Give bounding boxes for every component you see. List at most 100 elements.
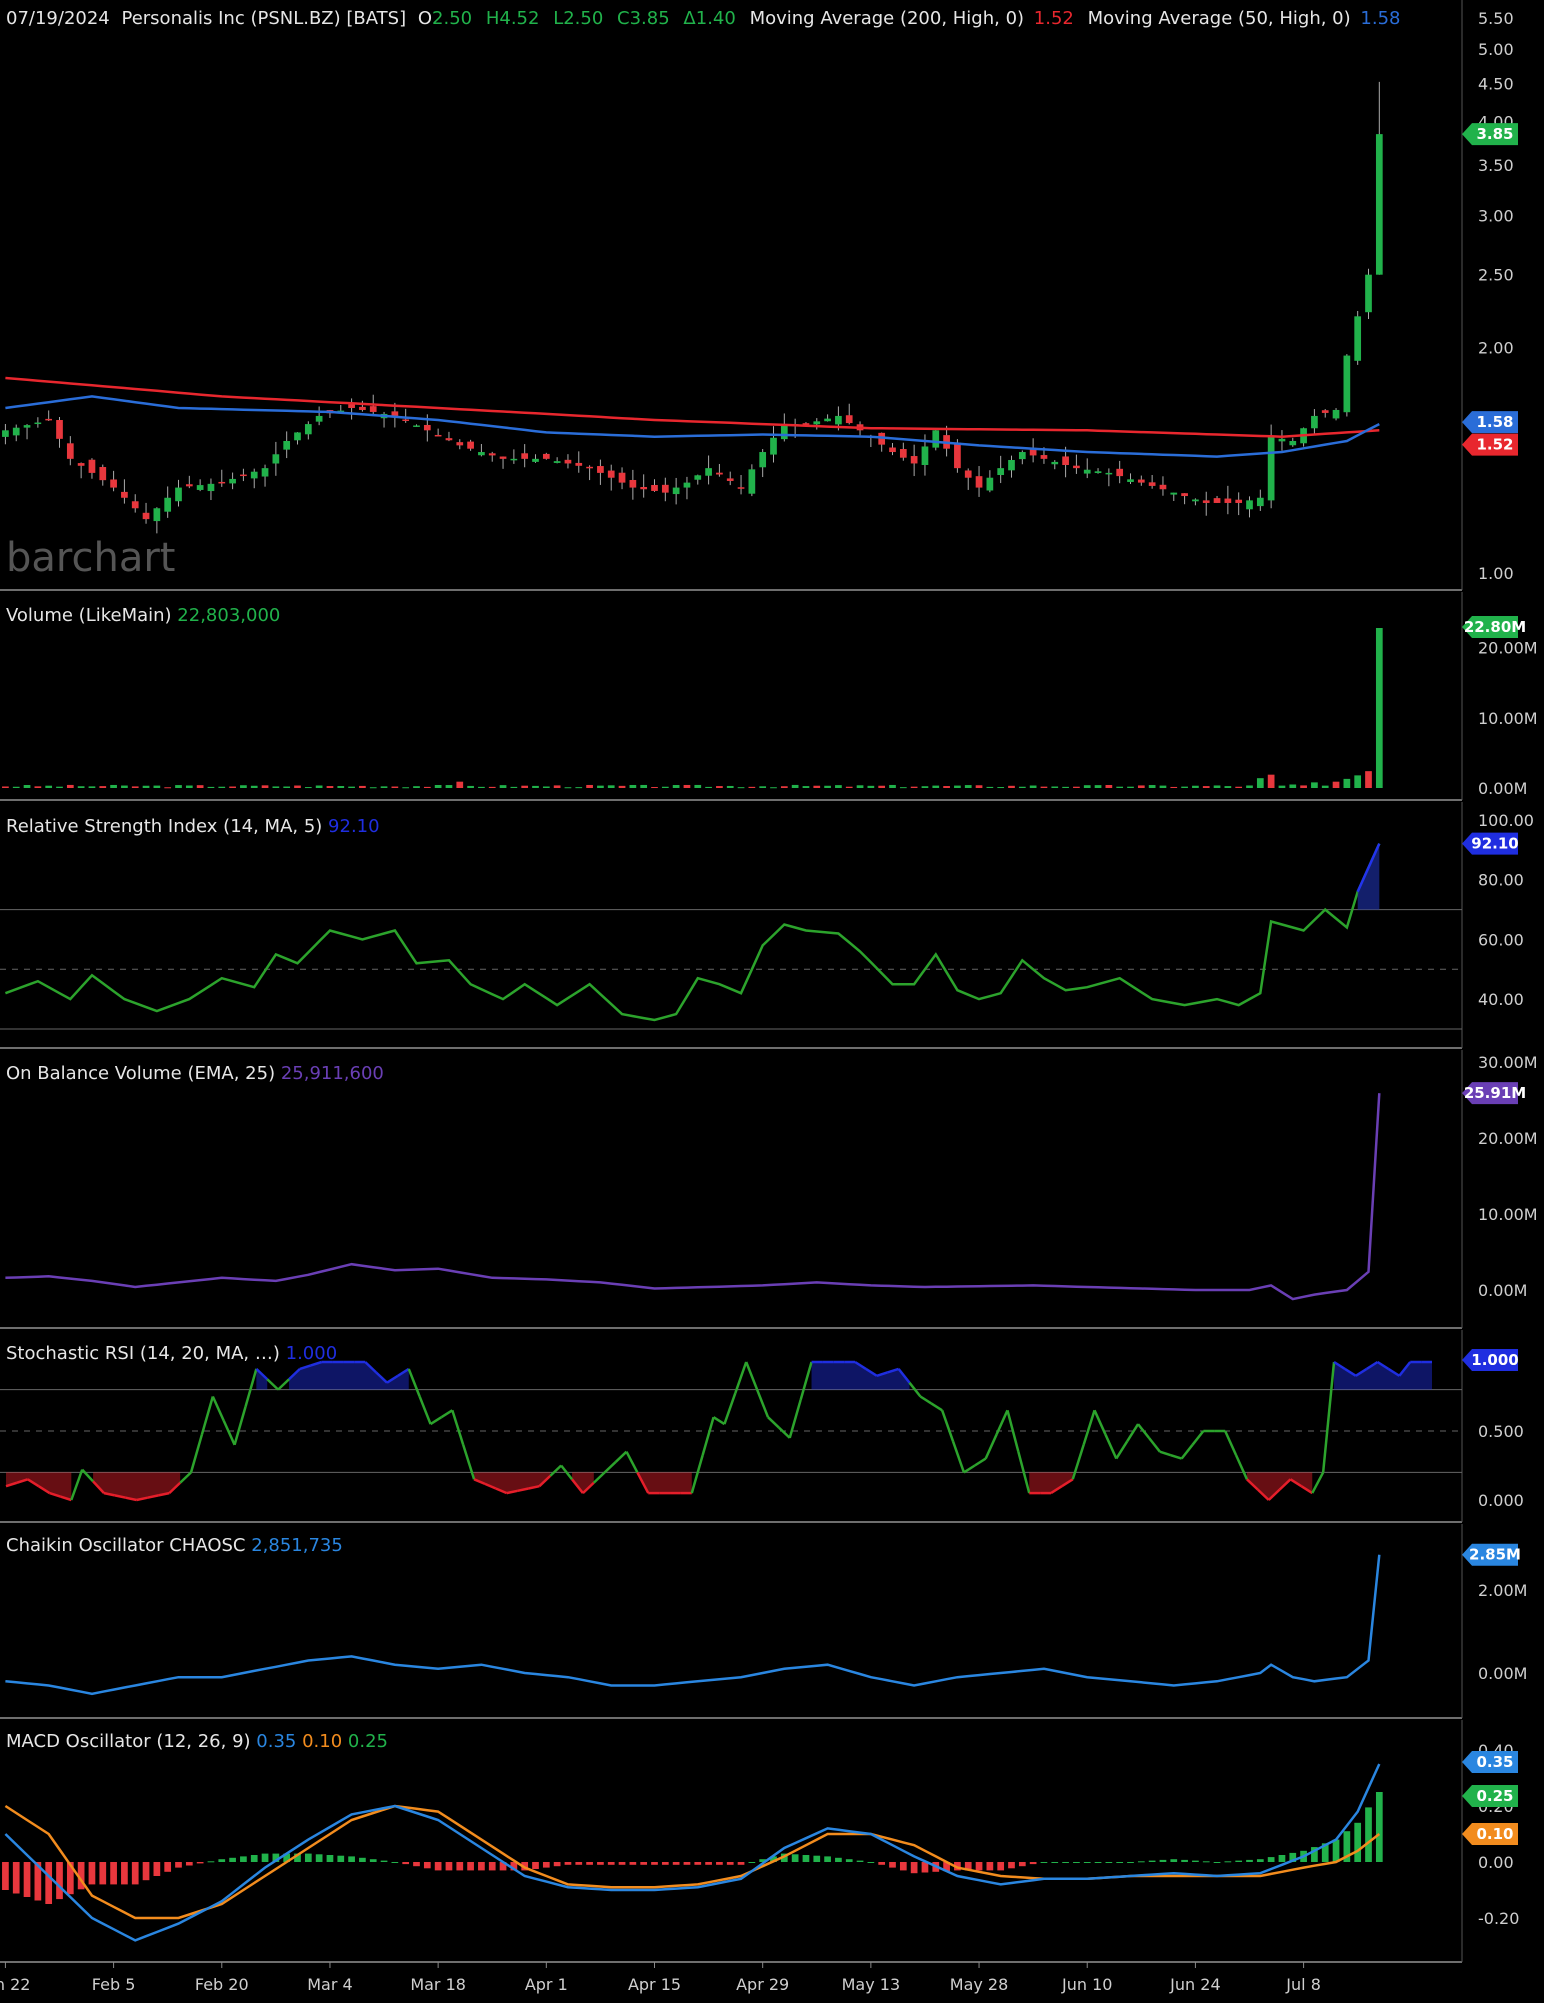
price-tick-label: 3.50 xyxy=(1478,156,1514,175)
volume-bar xyxy=(153,785,161,788)
obv-last-tag-label: 25.91M xyxy=(1464,1084,1526,1102)
price-candle-down xyxy=(586,466,593,469)
price-candle-down xyxy=(607,470,615,478)
volume-bar xyxy=(997,787,1005,789)
price-candle-down xyxy=(1181,493,1188,497)
macd-histogram-bar xyxy=(175,1862,182,1868)
macd-histogram-bar xyxy=(23,1862,31,1897)
macd-histogram-bar xyxy=(661,1862,669,1865)
macd-histogram-bar xyxy=(791,1854,799,1862)
macd-title-signal: 0.10 xyxy=(296,1731,342,1752)
volume-bar xyxy=(207,786,215,788)
macd-histogram-bar xyxy=(1062,1862,1069,1863)
price-candle-up xyxy=(510,458,518,461)
price-candle-up xyxy=(835,415,842,425)
macd-histogram-bar xyxy=(607,1862,615,1865)
price-candle-up xyxy=(1267,436,1275,501)
price-candle-up xyxy=(153,508,161,522)
volume-bar xyxy=(780,786,788,788)
macd-histogram-bar xyxy=(359,1857,366,1862)
macd-histogram-bar xyxy=(88,1862,96,1885)
volume-bar xyxy=(553,785,561,788)
macd-histogram-bar xyxy=(337,1855,345,1862)
rsi-tick-label: 40.00 xyxy=(1478,990,1524,1009)
volume-bar xyxy=(748,786,756,788)
obv-tick-label: 10.00M xyxy=(1478,1205,1538,1224)
price-candle-down xyxy=(1235,499,1243,503)
price-last-tag-label: 3.85 xyxy=(1476,125,1513,143)
volume-bar xyxy=(369,787,377,789)
macd-histogram-bar xyxy=(1029,1862,1037,1865)
macd-histogram-bar xyxy=(629,1862,637,1865)
volume-bar xyxy=(315,785,323,788)
volume-bar xyxy=(975,785,983,788)
price-candle-up xyxy=(1051,461,1059,465)
price-candle-down xyxy=(88,459,96,473)
macd-histogram-bar xyxy=(651,1862,658,1865)
volume-bar xyxy=(1159,785,1167,788)
macd-title-label: MACD Oscillator (12, 26, 9) xyxy=(6,1731,251,1752)
price-candle-down xyxy=(369,406,377,412)
macd-histogram-bar xyxy=(813,1855,821,1862)
volume-bar xyxy=(824,785,831,788)
price-candle-down xyxy=(66,443,74,459)
price-candle-down xyxy=(456,442,464,446)
macd-histogram-bar xyxy=(326,1855,334,1862)
volume-bar xyxy=(142,785,150,788)
macd-histogram-bar xyxy=(618,1862,626,1865)
price-candle-down xyxy=(597,466,604,473)
macd-histogram-bar xyxy=(532,1862,539,1869)
volume-bar xyxy=(1332,781,1340,788)
volume-bar xyxy=(434,784,442,788)
price-candle-down xyxy=(467,441,474,449)
macd-title-hist: 0.25 xyxy=(342,1731,388,1752)
macd-histogram-bar xyxy=(1137,1861,1145,1863)
price-candle-up xyxy=(532,458,539,462)
volume-bar xyxy=(1181,786,1188,788)
price-candle-down xyxy=(1073,465,1080,469)
volume-bar xyxy=(1105,785,1113,788)
price-candle-up xyxy=(164,497,172,512)
volume-bar xyxy=(423,786,431,788)
x-axis-label: Apr 29 xyxy=(736,1975,789,1994)
price-candle-down xyxy=(889,447,896,453)
price-candle-up xyxy=(1192,499,1199,502)
volume-tick-label: 20.00M xyxy=(1478,639,1538,658)
macd-histogram-bar xyxy=(1127,1862,1134,1863)
price-candle-up xyxy=(759,452,767,468)
volume-bar xyxy=(1073,786,1080,788)
price-candle-down xyxy=(1116,468,1124,477)
volume-bar xyxy=(445,785,453,788)
volume-bar xyxy=(175,785,182,788)
macd-histogram-bar xyxy=(1375,1792,1383,1862)
background xyxy=(0,0,1544,2003)
rsi-tick-label: 80.00 xyxy=(1478,871,1524,890)
x-axis-label: Apr 15 xyxy=(628,1975,681,1994)
price-candle-up xyxy=(2,430,9,437)
x-axis-label: Apr 1 xyxy=(525,1975,568,1994)
macd-histogram-bar xyxy=(369,1859,377,1862)
barchart-watermark: barchart xyxy=(6,535,175,581)
price-candle-down xyxy=(1213,498,1221,503)
price-candle-up xyxy=(1018,452,1026,460)
stoch-title-label: Stochastic RSI (14, 20, MA, …) xyxy=(6,1343,280,1364)
stoch-last-tag-label: 1.000 xyxy=(1471,1351,1518,1369)
price-candle-up xyxy=(683,482,691,488)
price-candle-up xyxy=(921,446,929,465)
volume-bar xyxy=(294,785,301,788)
macd-hist-last-tag-label: 0.25 xyxy=(1476,1787,1513,1805)
header-low: 2.50 xyxy=(563,8,603,29)
volume-bar xyxy=(575,787,583,789)
price-candle-up xyxy=(813,421,821,425)
volume-bar xyxy=(542,786,550,788)
volume-bar xyxy=(510,786,518,788)
macd-histogram-bar xyxy=(142,1862,150,1881)
volume-bar xyxy=(1213,785,1221,788)
obv-tick-label: 30.00M xyxy=(1478,1053,1538,1072)
header-symbol: Personalis Inc (PSNL.BZ) [BATS] xyxy=(121,8,406,29)
macd-histogram-bar xyxy=(1170,1859,1178,1862)
price-candle-up xyxy=(23,425,31,428)
price-candle-down xyxy=(640,486,648,490)
stoch-title: Stochastic RSI (14, 20, MA, …) 1.000 xyxy=(6,1343,337,1364)
x-axis-label: May 13 xyxy=(842,1975,901,1994)
